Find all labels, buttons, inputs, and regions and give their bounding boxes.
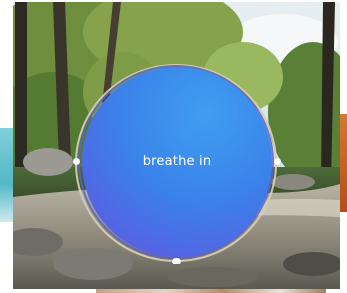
ring-marker-bottom xyxy=(172,258,181,264)
breathe-prompt-label: breathe in xyxy=(142,153,212,169)
breathing-screen: breathe in xyxy=(0,0,347,293)
previous-card-peek[interactable] xyxy=(0,128,14,222)
ring-marker-right xyxy=(274,158,281,165)
breathing-orb[interactable]: breathe in xyxy=(82,67,272,257)
ring-marker-left xyxy=(73,158,80,165)
